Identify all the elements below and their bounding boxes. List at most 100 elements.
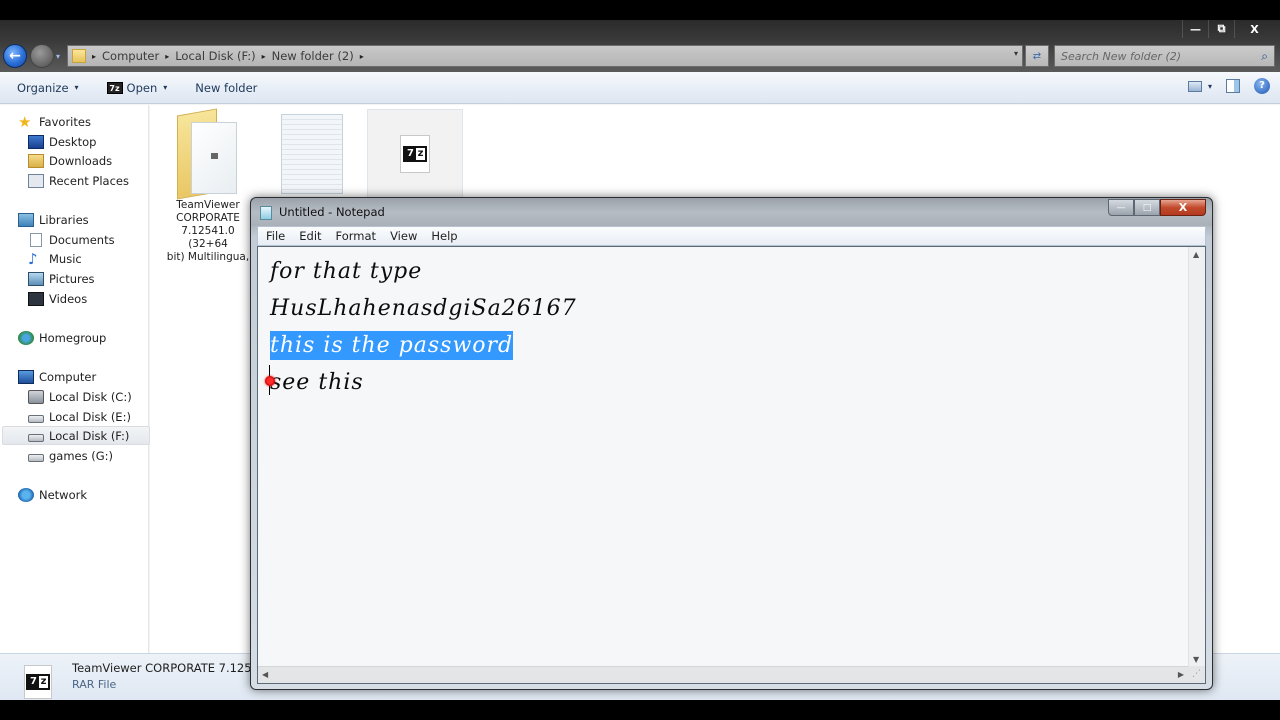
breadcrumb-computer[interactable]: Computer — [102, 49, 159, 63]
sidebar-item-libraries[interactable]: Libraries — [18, 210, 166, 229]
sidebar-label: Homegroup — [39, 330, 107, 345]
file-thumbnail — [160, 108, 256, 200]
breadcrumb-separator[interactable]: ▸ — [262, 52, 266, 61]
file-item-text-document[interactable] — [264, 109, 360, 199]
sidebar-label: Videos — [49, 291, 88, 306]
file-thumbnail: 7z — [367, 109, 463, 199]
menu-edit[interactable]: Edit — [293, 229, 327, 243]
notepad-window: Untitled - Notepad — □ X File Edit Forma… — [250, 197, 1213, 690]
minimize-button[interactable]: — — [1108, 199, 1134, 216]
preview-pane-icon[interactable] — [1226, 79, 1240, 93]
help-icon[interactable]: ? — [1254, 78, 1270, 94]
horizontal-scrollbar[interactable]: ◀ ▶ — [258, 666, 1188, 683]
breadcrumb-local-disk-f[interactable]: Local Disk (F:) — [175, 49, 255, 63]
text-line: HusLhahenasdgiSa26167 — [270, 290, 1176, 327]
sidebar-item-network[interactable]: Network — [18, 485, 166, 504]
file-name-line: bit) Multilingua, — [166, 251, 250, 263]
scroll-right-icon[interactable]: ▶ — [1178, 670, 1184, 679]
restore-button[interactable]: ⧉ — [1208, 20, 1234, 38]
sidebar-label: Music — [49, 251, 82, 266]
breadcrumb-separator[interactable]: ▸ — [92, 52, 96, 61]
close-button[interactable]: X — [1234, 20, 1274, 38]
scroll-down-icon[interactable]: ▼ — [1193, 655, 1199, 664]
selected-text: this is the password — [270, 331, 514, 360]
open-button[interactable]: 7z Open ▾ — [106, 81, 168, 95]
sidebar-label: Local Disk (F:) — [49, 428, 130, 443]
view-options-dropdown[interactable]: ▾ — [1208, 82, 1212, 91]
sidebar-item-favorites[interactable]: ★ Favorites — [18, 112, 166, 131]
refresh-button[interactable]: ⇄ — [1025, 45, 1049, 67]
vertical-scrollbar[interactable]: ▲ ▼ — [1188, 247, 1205, 667]
back-arrow-icon: ← — [9, 48, 21, 64]
star-icon: ★ — [18, 112, 32, 131]
organize-button[interactable]: Organize ▾ — [17, 81, 79, 95]
sidebar-label: Local Disk (C:) — [49, 389, 132, 404]
chevron-down-icon: ▾ — [163, 83, 168, 92]
file-name-line: CORPORATE — [176, 212, 240, 224]
address-bar[interactable]: ▸ Computer ▸ Local Disk (F:) ▸ New folde… — [67, 45, 1023, 67]
breadcrumb-separator[interactable]: ▸ — [360, 52, 364, 61]
7zip-archive-icon: 7z — [24, 665, 52, 699]
chevron-down-icon: ▾ — [74, 83, 79, 92]
menu-format[interactable]: Format — [330, 229, 383, 243]
line-text: see this — [270, 370, 364, 395]
breadcrumb-new-folder-2[interactable]: New folder (2) — [272, 49, 354, 63]
forward-button[interactable] — [30, 44, 54, 68]
sidebar-label: Favorites — [39, 114, 91, 129]
search-box[interactable]: ⌕ — [1054, 45, 1275, 67]
file-name-line: 7.12541.0 (32+64 — [181, 225, 235, 250]
line-text: for that type — [270, 259, 423, 284]
scroll-left-icon[interactable]: ◀ — [262, 670, 268, 679]
view-controls: ▾ ? — [1187, 78, 1270, 94]
text-area[interactable]: for that type HusLhahenasdgiSa26167 this… — [258, 247, 1188, 667]
sidebar-label: Libraries — [39, 212, 89, 227]
search-input[interactable] — [1055, 49, 1245, 63]
notepad-title-bar[interactable]: Untitled - Notepad — □ X — [251, 198, 1212, 226]
7zip-logo: z — [417, 148, 424, 159]
menu-view[interactable]: View — [384, 229, 423, 243]
window-title: Untitled - Notepad — [279, 205, 385, 219]
command-bar: Organize ▾ 7z Open ▾ New folder ▾ ? — [0, 72, 1280, 104]
search-icon[interactable]: ⌕ — [1261, 49, 1268, 64]
sidebar-item-computer[interactable]: Computer — [18, 367, 166, 386]
close-button[interactable]: X — [1160, 199, 1206, 216]
breadcrumb-separator[interactable]: ▸ — [165, 52, 169, 61]
sidebar-label: Computer — [39, 369, 97, 384]
change-view-icon[interactable] — [1187, 80, 1202, 92]
address-dropdown-icon[interactable]: ▾ — [1014, 49, 1018, 58]
sidebar-label: Recent Places — [49, 173, 129, 188]
refresh-icon: ⇄ — [1032, 50, 1042, 62]
file-item-7z-archive[interactable]: 7z — [367, 109, 463, 199]
text-line: for that type — [270, 253, 1176, 290]
7zip-logo: 7 — [28, 676, 39, 688]
menu-file[interactable]: File — [260, 229, 291, 243]
homegroup-icon — [18, 330, 34, 345]
disk-icon — [28, 453, 44, 462]
maximize-button[interactable]: □ — [1134, 199, 1160, 216]
sidebar-item-local-disk-f[interactable]: Local Disk (F:) — [2, 426, 150, 445]
sidebar-label: Downloads — [49, 153, 113, 168]
pictures-icon — [28, 271, 44, 286]
resize-grip[interactable]: ⋰ — [1188, 666, 1205, 683]
file-name: TeamViewer CORPORATE 7.12541.0 (32+64 bi… — [160, 199, 256, 264]
scroll-up-icon[interactable]: ▲ — [1193, 250, 1199, 259]
text-editor[interactable]: for that type HusLhahenasdgiSa26167 this… — [257, 246, 1206, 684]
minimize-button[interactable]: — — [1182, 20, 1208, 38]
new-folder-button[interactable]: New folder — [195, 81, 257, 95]
text-line: this is the password — [270, 327, 1176, 364]
network-icon — [18, 487, 34, 502]
notepad-icon — [260, 206, 272, 220]
file-item-folder[interactable]: TeamViewer CORPORATE 7.12541.0 (32+64 bi… — [160, 108, 256, 264]
sidebar-item-homegroup[interactable]: Homegroup — [18, 328, 166, 347]
desktop-icon — [28, 134, 44, 149]
recent-places-icon — [28, 173, 44, 188]
menu-bar: File Edit Format View Help — [257, 226, 1206, 246]
explorer-caption: — ⧉ X ← ▾ ▸ Computer ▸ Local Disk (F:) ▸… — [0, 20, 1280, 72]
details-file-name: TeamViewer CORPORATE 7.1254 — [72, 661, 259, 675]
new-folder-label: New folder — [195, 80, 258, 95]
recent-pages-dropdown[interactable]: ▾ — [56, 52, 66, 61]
menu-help[interactable]: Help — [425, 229, 463, 243]
7zip-logo: z — [40, 676, 47, 687]
back-button[interactable]: ← — [3, 44, 27, 68]
sidebar-label: Local Disk (E:) — [49, 409, 131, 424]
